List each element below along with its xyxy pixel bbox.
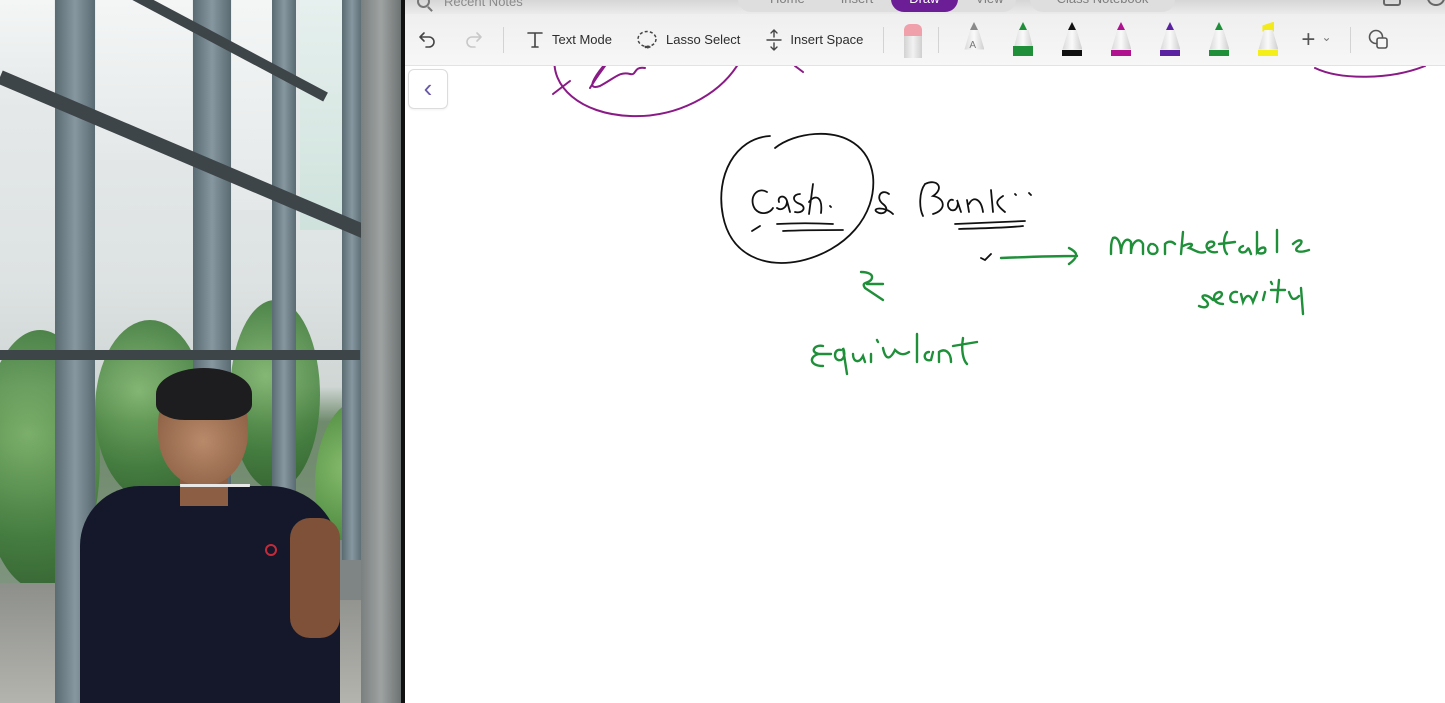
text-mode-icon <box>527 31 543 48</box>
window-controls <box>1383 0 1445 6</box>
search-box[interactable]: Recent Notes <box>417 0 523 9</box>
marketable-word <box>1109 228 1311 256</box>
tab-draw[interactable]: Draw <box>891 0 958 12</box>
eraser-body <box>904 35 923 58</box>
cash-circle <box>720 132 875 264</box>
chevron-down-icon: ⌄ <box>1321 29 1332 44</box>
pen-body <box>1209 29 1230 50</box>
green-pen-button[interactable] <box>1208 21 1230 58</box>
pen-body <box>1111 29 1132 50</box>
settings-icon[interactable] <box>1427 0 1445 6</box>
green-ink <box>810 228 1311 376</box>
lasso-select-label: Lasso Select <box>665 32 741 47</box>
window-pane <box>300 0 345 230</box>
shapes-button[interactable] <box>1367 28 1391 52</box>
yellow-highlighter-button[interactable] <box>1257 21 1279 58</box>
ampersand <box>874 191 894 215</box>
lasso-icon <box>637 30 657 48</box>
tab-class-notebook[interactable]: Class Notebook <box>1030 0 1175 12</box>
shirt-logo <box>265 544 277 556</box>
back-button[interactable]: ‹ <box>408 69 448 109</box>
ink-layer <box>552 66 1426 376</box>
pen-band <box>1062 49 1083 56</box>
ribbon-separator <box>938 26 940 53</box>
presenter <box>80 368 350 703</box>
ribbon-separator <box>503 26 504 53</box>
title-bar: Recent Notes Home Insert Draw View Class… <box>405 0 1445 14</box>
ampersand-green <box>859 270 885 302</box>
ribbon-separator <box>883 26 885 53</box>
magenta-pen-button[interactable] <box>1110 21 1132 58</box>
pen-band <box>1013 45 1034 56</box>
add-pen-button[interactable]: + ⌄ <box>1301 25 1332 53</box>
equivalant-word <box>810 332 979 376</box>
insert-space-icon <box>766 28 783 51</box>
pen-tip-icon <box>1166 21 1175 30</box>
tab-insert[interactable]: Insert <box>823 0 892 12</box>
plus-icon: + <box>1301 25 1316 53</box>
pen-tip-icon <box>1068 21 1077 30</box>
note-canvas[interactable]: ‹ <box>405 66 1445 703</box>
onenote-app: Recent Notes Home Insert Draw View Class… <box>405 0 1445 703</box>
pen-band <box>1111 49 1132 56</box>
lasso-select-button[interactable]: Lasso Select <box>636 29 740 51</box>
green-pen-selected-button[interactable] <box>1012 21 1034 58</box>
black-ink <box>720 132 1032 264</box>
purple-ink-partial <box>552 66 1426 118</box>
cash-word <box>751 183 832 215</box>
hair <box>156 368 252 420</box>
pen-letter: A <box>969 39 977 51</box>
tab-home[interactable]: Home <box>752 0 823 12</box>
redo-icon <box>466 31 482 48</box>
pen-body <box>1160 29 1181 50</box>
eraser-button[interactable] <box>902 22 924 58</box>
window-icon[interactable] <box>1383 0 1401 6</box>
pen-band <box>1160 49 1181 56</box>
chevron-left-icon: ‹ <box>423 72 433 103</box>
pen-tip-icon <box>1215 21 1224 30</box>
security-word <box>1197 278 1305 316</box>
concrete-wall <box>361 0 401 703</box>
ribbon-tabs: Home Insert Draw View <box>738 0 1016 12</box>
pen-body <box>1062 29 1083 50</box>
arm <box>290 518 340 638</box>
pen-tip-icon <box>1019 21 1028 30</box>
draw-ribbon: Text Mode Lasso Select Insert Space A + … <box>405 14 1445 66</box>
window-beam <box>0 350 360 360</box>
arrow <box>999 246 1079 266</box>
ink-to-text-pen-button[interactable]: A <box>963 21 985 58</box>
shapes-icon <box>1368 29 1388 49</box>
tab-view[interactable]: View <box>958 0 1022 12</box>
pen-tip-icon <box>1117 21 1126 30</box>
text-mode-button[interactable]: Text Mode <box>526 30 612 50</box>
insert-space-button[interactable]: Insert Space <box>766 28 864 51</box>
pen-band <box>1209 49 1230 56</box>
insert-space-label: Insert Space <box>790 32 864 47</box>
search-placeholder: Recent Notes <box>444 0 523 9</box>
bank-word <box>919 181 1032 217</box>
text-mode-label: Text Mode <box>552 32 612 47</box>
pen-band <box>1258 49 1279 56</box>
pen-tip-icon <box>970 21 979 30</box>
black-pen-button[interactable] <box>1061 21 1083 58</box>
redo-button[interactable] <box>463 30 483 50</box>
presenter-webcam <box>0 0 401 703</box>
search-icon <box>417 0 430 8</box>
ribbon-separator <box>1349 26 1351 53</box>
undo-icon <box>419 31 435 48</box>
purple-pen-button[interactable] <box>1159 21 1181 58</box>
pen-body <box>1258 29 1279 50</box>
undo-button[interactable] <box>418 30 438 50</box>
